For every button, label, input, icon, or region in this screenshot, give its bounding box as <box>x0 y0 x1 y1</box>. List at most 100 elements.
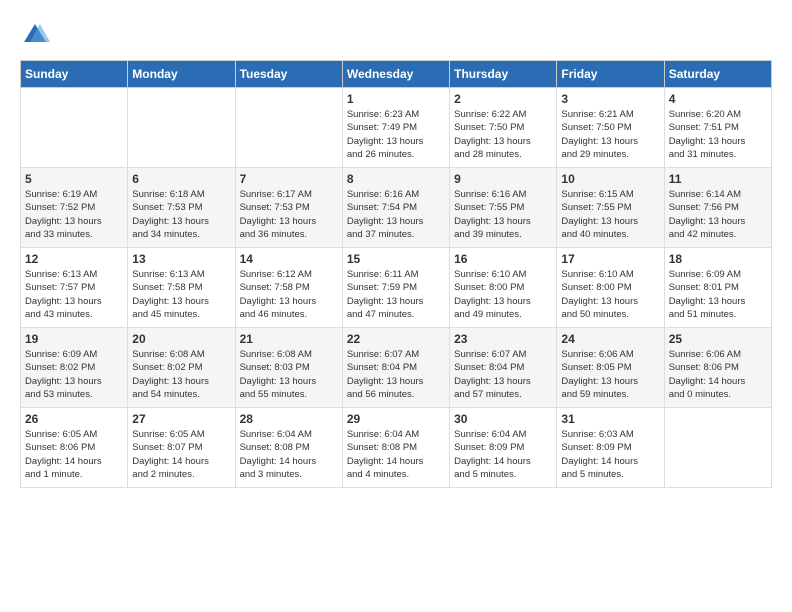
calendar-week-row: 1 Sunrise: 6:23 AM Sunset: 7:49 PM Daylig… <box>21 88 772 168</box>
day-info: Sunrise: 6:07 AM Sunset: 8:04 PM Dayligh… <box>347 348 445 401</box>
weekday-header-thursday: Thursday <box>450 61 557 88</box>
day-number: 6 <box>132 172 230 186</box>
day-info: Sunrise: 6:07 AM Sunset: 8:04 PM Dayligh… <box>454 348 552 401</box>
day-number: 26 <box>25 412 123 426</box>
day-number: 25 <box>669 332 767 346</box>
logo-icon <box>20 20 50 50</box>
day-info: Sunrise: 6:21 AM Sunset: 7:50 PM Dayligh… <box>561 108 659 161</box>
calendar-cell: 13 Sunrise: 6:13 AM Sunset: 7:58 PM Dayli… <box>128 248 235 328</box>
calendar-cell <box>21 88 128 168</box>
day-number: 11 <box>669 172 767 186</box>
calendar-cell: 9Sunrise: 6:16 AM Sunset: 7:55 PM Daylig… <box>450 168 557 248</box>
day-info: Sunrise: 6:10 AM Sunset: 8:00 PM Dayligh… <box>454 268 552 321</box>
day-info: Sunrise: 6:04 AM Sunset: 8:08 PM Dayligh… <box>240 428 338 481</box>
day-info: Sunrise: 6:08 AM Sunset: 8:03 PM Dayligh… <box>240 348 338 401</box>
weekday-header-friday: Friday <box>557 61 664 88</box>
day-info: Sunrise: 6:05 AM Sunset: 8:06 PM Dayligh… <box>25 428 123 481</box>
calendar-cell: 31Sunrise: 6:03 AM Sunset: 8:09 PM Dayli… <box>557 408 664 488</box>
weekday-header-monday: Monday <box>128 61 235 88</box>
day-info: Sunrise: 6:16 AM Sunset: 7:55 PM Dayligh… <box>454 188 552 241</box>
day-info: Sunrise: 6:19 AM Sunset: 7:52 PM Dayligh… <box>25 188 123 241</box>
day-info: Sunrise: 6:20 AM Sunset: 7:51 PM Dayligh… <box>669 108 767 161</box>
calendar-cell <box>128 88 235 168</box>
day-info: Sunrise: 6:06 AM Sunset: 8:06 PM Dayligh… <box>669 348 767 401</box>
calendar-cell: 8 Sunrise: 6:16 AM Sunset: 7:54 PM Daylig… <box>342 168 449 248</box>
day-number: 1 <box>347 92 445 106</box>
day-info: Sunrise: 6:16 AM Sunset: 7:54 PM Dayligh… <box>347 188 445 241</box>
day-info: Sunrise: 6:09 AM Sunset: 8:01 PM Dayligh… <box>669 268 767 321</box>
day-number: 8 <box>347 172 445 186</box>
day-number: 21 <box>240 332 338 346</box>
day-number: 15 <box>347 252 445 266</box>
calendar-cell: 1 Sunrise: 6:23 AM Sunset: 7:49 PM Daylig… <box>342 88 449 168</box>
weekday-header-saturday: Saturday <box>664 61 771 88</box>
calendar-week-row: 26 Sunrise: 6:05 AM Sunset: 8:06 PM Dayli… <box>21 408 772 488</box>
day-info: Sunrise: 6:17 AM Sunset: 7:53 PM Dayligh… <box>240 188 338 241</box>
calendar-cell: 3 Sunrise: 6:21 AM Sunset: 7:50 PM Daylig… <box>557 88 664 168</box>
day-info: Sunrise: 6:18 AM Sunset: 7:53 PM Dayligh… <box>132 188 230 241</box>
calendar-cell: 29Sunrise: 6:04 AM Sunset: 8:08 PM Dayli… <box>342 408 449 488</box>
day-number: 10 <box>561 172 659 186</box>
day-info: Sunrise: 6:13 AM Sunset: 7:57 PM Dayligh… <box>25 268 123 321</box>
day-info: Sunrise: 6:15 AM Sunset: 7:55 PM Dayligh… <box>561 188 659 241</box>
day-info: Sunrise: 6:22 AM Sunset: 7:50 PM Dayligh… <box>454 108 552 161</box>
day-info: Sunrise: 6:14 AM Sunset: 7:56 PM Dayligh… <box>669 188 767 241</box>
calendar-cell: 26 Sunrise: 6:05 AM Sunset: 8:06 PM Dayli… <box>21 408 128 488</box>
calendar-week-row: 12 Sunrise: 6:13 AM Sunset: 7:57 PM Dayli… <box>21 248 772 328</box>
calendar-cell: 22Sunrise: 6:07 AM Sunset: 8:04 PM Dayli… <box>342 328 449 408</box>
day-info: Sunrise: 6:08 AM Sunset: 8:02 PM Dayligh… <box>132 348 230 401</box>
day-number: 24 <box>561 332 659 346</box>
day-info: Sunrise: 6:06 AM Sunset: 8:05 PM Dayligh… <box>561 348 659 401</box>
calendar-cell: 11 Sunrise: 6:14 AM Sunset: 7:56 PM Dayli… <box>664 168 771 248</box>
day-info: Sunrise: 6:23 AM Sunset: 7:49 PM Dayligh… <box>347 108 445 161</box>
calendar-cell: 15 Sunrise: 6:11 AM Sunset: 7:59 PM Dayli… <box>342 248 449 328</box>
day-info: Sunrise: 6:03 AM Sunset: 8:09 PM Dayligh… <box>561 428 659 481</box>
day-number: 12 <box>25 252 123 266</box>
day-number: 18 <box>669 252 767 266</box>
calendar-header-row: SundayMondayTuesdayWednesdayThursdayFrid… <box>21 61 772 88</box>
calendar-body: 1 Sunrise: 6:23 AM Sunset: 7:49 PM Daylig… <box>21 88 772 488</box>
calendar-cell: 27 Sunrise: 6:05 AM Sunset: 8:07 PM Dayli… <box>128 408 235 488</box>
calendar-cell: 19 Sunrise: 6:09 AM Sunset: 8:02 PM Dayli… <box>21 328 128 408</box>
day-number: 17 <box>561 252 659 266</box>
day-info: Sunrise: 6:09 AM Sunset: 8:02 PM Dayligh… <box>25 348 123 401</box>
calendar-cell: 24 Sunrise: 6:06 AM Sunset: 8:05 PM Dayli… <box>557 328 664 408</box>
calendar-cell: 21 Sunrise: 6:08 AM Sunset: 8:03 PM Dayli… <box>235 328 342 408</box>
weekday-header-wednesday: Wednesday <box>342 61 449 88</box>
day-number: 2 <box>454 92 552 106</box>
calendar-cell: 10 Sunrise: 6:15 AM Sunset: 7:55 PM Dayli… <box>557 168 664 248</box>
calendar-cell: 28Sunrise: 6:04 AM Sunset: 8:08 PM Dayli… <box>235 408 342 488</box>
calendar-cell: 20 Sunrise: 6:08 AM Sunset: 8:02 PM Dayli… <box>128 328 235 408</box>
day-info: Sunrise: 6:13 AM Sunset: 7:58 PM Dayligh… <box>132 268 230 321</box>
day-info: Sunrise: 6:12 AM Sunset: 7:58 PM Dayligh… <box>240 268 338 321</box>
calendar-cell: 16Sunrise: 6:10 AM Sunset: 8:00 PM Dayli… <box>450 248 557 328</box>
day-info: Sunrise: 6:04 AM Sunset: 8:09 PM Dayligh… <box>454 428 552 481</box>
calendar-cell: 5Sunrise: 6:19 AM Sunset: 7:52 PM Daylig… <box>21 168 128 248</box>
day-info: Sunrise: 6:05 AM Sunset: 8:07 PM Dayligh… <box>132 428 230 481</box>
calendar-cell: 18 Sunrise: 6:09 AM Sunset: 8:01 PM Dayli… <box>664 248 771 328</box>
calendar-cell <box>664 408 771 488</box>
day-number: 30 <box>454 412 552 426</box>
calendar-cell: 14 Sunrise: 6:12 AM Sunset: 7:58 PM Dayli… <box>235 248 342 328</box>
calendar-cell: 25 Sunrise: 6:06 AM Sunset: 8:06 PM Dayli… <box>664 328 771 408</box>
day-number: 23 <box>454 332 552 346</box>
calendar-cell: 30 Sunrise: 6:04 AM Sunset: 8:09 PM Dayli… <box>450 408 557 488</box>
day-number: 3 <box>561 92 659 106</box>
calendar-week-row: 5Sunrise: 6:19 AM Sunset: 7:52 PM Daylig… <box>21 168 772 248</box>
day-number: 13 <box>132 252 230 266</box>
weekday-header-tuesday: Tuesday <box>235 61 342 88</box>
calendar-cell <box>235 88 342 168</box>
calendar-table: SundayMondayTuesdayWednesdayThursdayFrid… <box>20 60 772 488</box>
calendar-week-row: 19 Sunrise: 6:09 AM Sunset: 8:02 PM Dayli… <box>21 328 772 408</box>
day-number: 20 <box>132 332 230 346</box>
day-info: Sunrise: 6:11 AM Sunset: 7:59 PM Dayligh… <box>347 268 445 321</box>
calendar-cell: 23 Sunrise: 6:07 AM Sunset: 8:04 PM Dayli… <box>450 328 557 408</box>
day-number: 7 <box>240 172 338 186</box>
day-number: 14 <box>240 252 338 266</box>
logo <box>20 20 54 50</box>
day-info: Sunrise: 6:04 AM Sunset: 8:08 PM Dayligh… <box>347 428 445 481</box>
day-number: 19 <box>25 332 123 346</box>
calendar-cell: 6 Sunrise: 6:18 AM Sunset: 7:53 PM Daylig… <box>128 168 235 248</box>
calendar-cell: 17Sunrise: 6:10 AM Sunset: 8:00 PM Dayli… <box>557 248 664 328</box>
day-number: 27 <box>132 412 230 426</box>
